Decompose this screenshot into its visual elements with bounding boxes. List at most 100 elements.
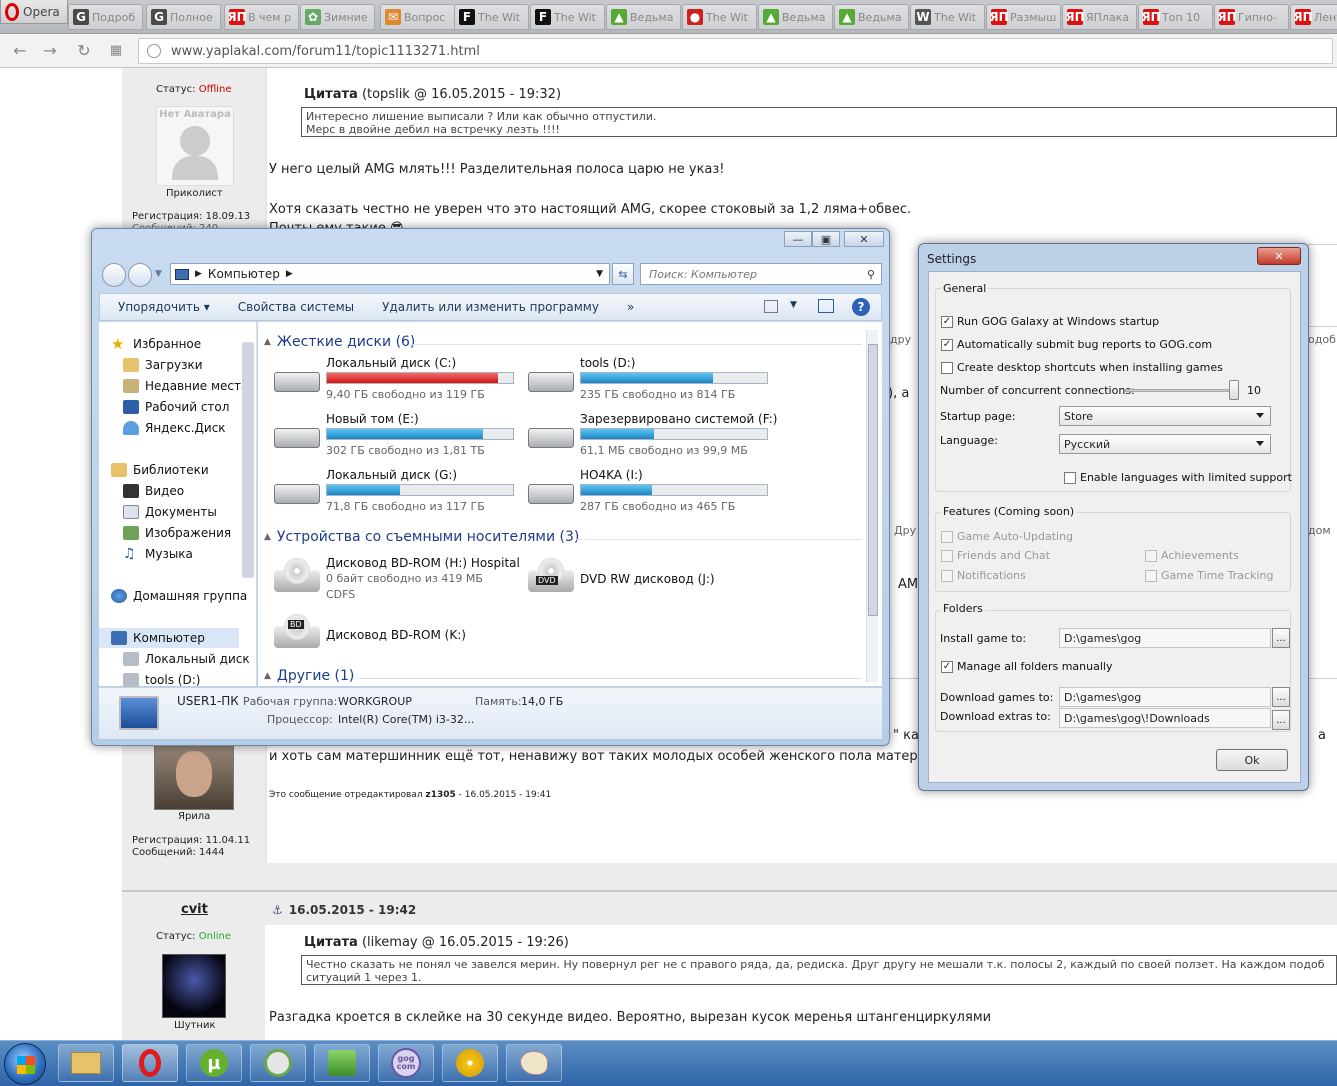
search-icon[interactable]: ⚲ <box>867 268 875 281</box>
nav-recent-places[interactable]: Недавние места <box>123 376 248 396</box>
browser-tab[interactable]: ЯП В чем р <box>224 4 299 30</box>
bug-reports-checkbox[interactable]: ✓ Automatically submit bug reports to GOG… <box>941 338 1212 351</box>
address-bar[interactable]: ▶ Компьютер ▶ ▼ <box>170 263 610 285</box>
refresh-icon[interactable]: ⇆ <box>612 263 634 285</box>
nav-music[interactable]: ♫ Музыка <box>123 544 193 564</box>
language-select[interactable]: Русский <box>1059 434 1271 454</box>
start-button[interactable] <box>4 1043 46 1085</box>
taskbar-opera[interactable] <box>122 1044 178 1082</box>
browser-tab[interactable]: W The Wit <box>910 4 985 30</box>
address-field[interactable]: www.yaplakal.com/forum11/topic1113271.ht… <box>138 38 1333 64</box>
group-removable[interactable]: ▲ Устройства со съемными носителями (3) <box>264 529 579 545</box>
back-icon[interactable]: ← <box>8 38 32 62</box>
download-games-browse-button[interactable]: ... <box>1272 687 1290 707</box>
nav-video[interactable]: Видео <box>123 481 184 501</box>
browser-tab[interactable]: ▲ Ведьма <box>606 4 681 30</box>
nav-local-disk[interactable]: Локальный диск <box>123 649 250 669</box>
run-startup-checkbox[interactable]: ✓ Run GOG Galaxy at Windows startup <box>941 315 1159 328</box>
search-input[interactable]: Поиск: Компьютер ⚲ <box>640 263 882 285</box>
nav-homegroup[interactable]: Домашняя группа <box>111 586 247 606</box>
drive-item[interactable]: Зарезервировано системой (F:) 61,1 МБ сво… <box>524 412 777 464</box>
drive-item[interactable]: HO4KA (I:) 287 ГБ свободно из 465 ГБ <box>524 468 774 520</box>
browser-tab[interactable]: G Подроб <box>68 4 143 30</box>
drive-item[interactable]: tools (D:) 235 ГБ свободно из 814 ГБ <box>524 356 774 408</box>
reload-icon[interactable]: ↻ <box>72 38 96 62</box>
drive-bd-rom-k[interactable]: BD Дисковод BD-ROM (K:) <box>270 612 520 664</box>
preview-pane-icon[interactable] <box>818 299 834 313</box>
browser-tab[interactable]: ЯП ЯПлака <box>1062 4 1137 30</box>
nav-computer[interactable]: Компьютер <box>99 628 239 648</box>
taskbar-media[interactable] <box>442 1044 498 1082</box>
browser-tab[interactable]: ▲ Ведьма <box>834 4 909 30</box>
organize-button[interactable]: Упорядочить ▾ <box>118 300 210 314</box>
system-properties-button[interactable]: Свойства системы <box>238 300 354 314</box>
browser-tab[interactable]: F The Wit <box>454 4 529 30</box>
browser-tab[interactable]: ✿ Зимние <box>300 4 375 30</box>
drive-bd-rom-h[interactable]: Дисковод BD-ROM (H:) Hospital 0 байт сво… <box>270 556 520 608</box>
browser-tab[interactable]: ● The Wit <box>682 4 757 30</box>
group-other[interactable]: ▲ Другие (1) <box>264 668 354 684</box>
drive-item[interactable]: Новый том (E:) 302 ГБ свободно из 1,81 ТБ <box>270 412 520 464</box>
install-path-field[interactable]: D:\games\gog <box>1059 628 1271 648</box>
browser-tab[interactable]: ЯП Гипно- <box>1214 4 1289 30</box>
download-games-field[interactable]: D:\games\gog <box>1059 687 1271 707</box>
history-chevron-icon[interactable]: ▼ <box>155 269 162 279</box>
view-dropdown-icon[interactable]: ▼ <box>790 300 797 310</box>
edit-username[interactable]: z1305 <box>425 790 455 800</box>
address-dropdown-icon[interactable]: ▼ <box>596 269 603 279</box>
browser-tab[interactable]: ЯПЛент <box>1290 4 1337 30</box>
taskbar-explorer[interactable] <box>58 1044 114 1082</box>
browser-tab[interactable]: G Полное <box>146 4 221 30</box>
connections-slider-track[interactable] <box>1125 389 1239 392</box>
install-browse-button[interactable]: ... <box>1272 628 1290 648</box>
download-extras-browse-button[interactable]: ... <box>1272 710 1290 730</box>
username-link[interactable]: cvit <box>181 902 208 917</box>
nav-images[interactable]: Изображения <box>123 523 231 543</box>
nav-scrollbar[interactable] <box>242 342 254 578</box>
view-options-icon[interactable] <box>764 300 778 313</box>
drive-item[interactable]: Локальный диск (C:) 9,40 ГБ свободно из 1… <box>270 356 520 408</box>
taskbar-gog[interactable]: gog com <box>378 1044 434 1082</box>
avatar-placeholder: Нет Аватара <box>156 106 234 186</box>
nav-desktop[interactable]: Рабочий стол <box>123 397 229 417</box>
content-scrollbar[interactable] <box>866 330 878 682</box>
uninstall-button[interactable]: Удалить или изменить программу <box>382 300 599 314</box>
close-icon[interactable]: ✕ <box>1257 247 1301 265</box>
browser-tab[interactable]: ▲ Ведьма <box>758 4 833 30</box>
nav-documents[interactable]: Документы <box>123 502 217 522</box>
limited-languages-checkbox[interactable]: Enable languages with limited support <box>1064 471 1292 484</box>
drive-dvd-rw-j[interactable]: DVD DVD RW дисковод (J:) <box>524 556 774 608</box>
startup-page-select[interactable]: Store <box>1059 406 1271 426</box>
close-icon[interactable]: ✕ <box>844 231 884 247</box>
opera-menu-button[interactable]: Opera <box>0 0 68 24</box>
group-hard-disks[interactable]: ▲ Жесткие диски (6) <box>264 334 415 350</box>
desktop-shortcuts-checkbox[interactable]: Create desktop shortcuts when installing… <box>941 361 1223 374</box>
connections-slider-thumb[interactable] <box>1229 380 1239 400</box>
download-extras-field[interactable]: D:\games\gog\!Downloads <box>1059 708 1271 728</box>
forward-icon[interactable] <box>128 263 152 287</box>
maximize-icon[interactable]: ▣ <box>812 231 840 247</box>
nav-libraries[interactable]: Библиотеки <box>111 460 209 480</box>
taskbar-tool[interactable] <box>314 1044 370 1082</box>
minimize-icon[interactable]: — <box>784 231 812 247</box>
browser-tab[interactable]: ЯП Топ 10 <box>1138 4 1213 30</box>
back-icon[interactable] <box>102 263 126 287</box>
drive-item[interactable]: Локальный диск (G:) 71,8 ГБ свободно из 1… <box>270 468 520 520</box>
manage-folders-checkbox[interactable]: ✓ Manage all folders manually <box>941 660 1112 673</box>
browser-tab[interactable]: ЯП Размыш <box>986 4 1061 30</box>
taskbar-utorrent[interactable]: µ <box>186 1044 242 1082</box>
browser-tab[interactable]: F The Wit <box>530 4 605 30</box>
taskbar-app[interactable] <box>250 1044 306 1082</box>
nav-favorites[interactable]: ★ Избранное <box>111 334 201 354</box>
site-info-icon[interactable] <box>147 44 161 58</box>
ok-button[interactable]: Ok <box>1216 749 1288 771</box>
more-commands-button[interactable]: » <box>627 300 634 314</box>
nav-downloads[interactable]: Загрузки <box>123 355 203 375</box>
speed-dial-icon[interactable]: ▦ <box>104 38 128 62</box>
anchor-icon[interactable]: ⚓ <box>272 903 283 917</box>
help-icon[interactable]: ? <box>852 298 870 316</box>
taskbar-paint[interactable] <box>506 1044 562 1082</box>
browser-tab[interactable]: ✉ Вопрос <box>380 4 455 30</box>
nav-yandex-disk[interactable]: Яндекс.Диск <box>123 418 226 438</box>
forward-icon[interactable]: → <box>38 38 62 62</box>
